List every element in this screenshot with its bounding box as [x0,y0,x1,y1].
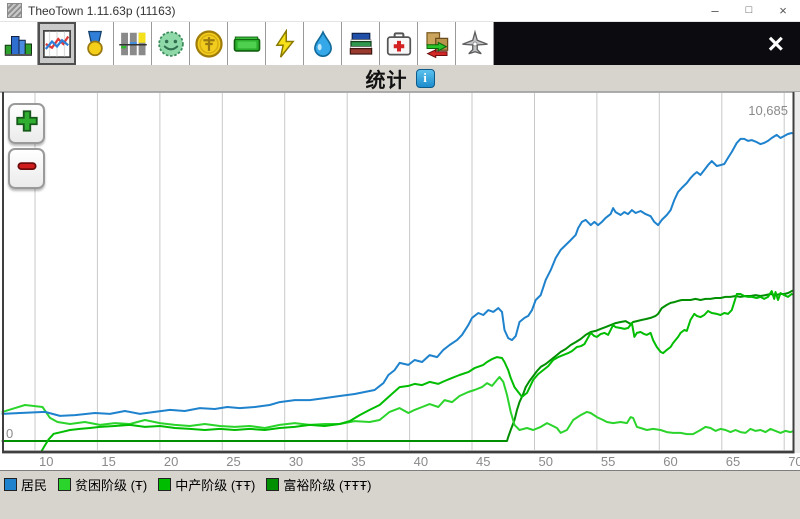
legend-label: 贫困阶级 (Ŧ) [75,475,147,494]
statistics-chart-icon [42,29,72,59]
city-buildings-icon [4,29,34,59]
window-controls: – □ × [698,0,800,21]
airport-plane-icon [460,29,490,59]
trade-boxes-icon [422,29,452,59]
education-books-icon [346,29,376,59]
chart-canvas: 10 15 20 25 30 35 40 45 50 55 60 65 70 0 10,685 [0,92,800,470]
zoom-out-button[interactable] [8,148,45,189]
app-icon [7,3,22,18]
legend-item-middle-class: 中产阶级 (ŦŦ) [158,475,255,494]
close-dialog-button[interactable]: × [768,30,784,58]
currency-coin-icon [194,29,224,59]
minus-icon [14,153,40,184]
legend-item-poor-class: 贫困阶级 (Ŧ) [58,475,147,494]
zones-bars-icon [118,29,148,59]
svg-text:50: 50 [539,454,553,469]
money-banknote-icon [232,29,262,59]
poor-class-swatch [58,478,71,491]
svg-text:15: 15 [101,454,115,469]
toolbar-button-water[interactable] [304,22,342,65]
toolbar-button-trade[interactable] [418,22,456,65]
chart-legend: 居民 贫困阶级 (Ŧ) 中产阶级 (ŦŦ) 富裕阶级 (ŦŦŦ) [4,475,371,494]
middle-class-swatch [158,478,171,491]
close-window-button[interactable]: × [766,0,800,21]
svg-text:55: 55 [601,454,615,469]
toolbar-button-city[interactable] [0,22,38,65]
legend-label: 中产阶级 (ŦŦ) [175,475,255,494]
page-title: 统计 [366,64,408,93]
legend-label: 富裕阶级 (ŦŦŦ) [283,475,371,494]
svg-text:60: 60 [663,454,677,469]
energy-lightning-icon [270,29,300,59]
toolbar-button-airport[interactable] [456,22,494,65]
window-title: TheoTown 1.11.63p (11163) [28,4,175,18]
dialog-header: 统计 i [0,65,800,92]
svg-text:35: 35 [351,454,365,469]
legend-label: 居民 [21,475,47,494]
theotown-window: TheoTown 1.11.63p (11163) – □ × [0,0,800,519]
plus-icon [14,108,40,139]
legend-item-residents: 居民 [4,475,47,494]
bottom-bar: 居民 贫困阶级 (Ŧ) 中产阶级 (ŦŦ) 富裕阶级 (ŦŦŦ) [0,470,800,519]
water-drop-icon [308,29,338,59]
residents-swatch [4,478,17,491]
happiness-smiley-icon [156,29,186,59]
svg-text:65: 65 [726,454,740,469]
info-icon[interactable]: i [416,69,435,88]
svg-text:45: 45 [476,454,490,469]
zoom-in-button[interactable] [8,103,45,144]
wealthy-class-swatch [266,478,279,491]
svg-text:10,685: 10,685 [748,103,788,118]
toolbar: × [0,22,800,65]
toolbar-button-money[interactable] [228,22,266,65]
svg-text:25: 25 [226,454,240,469]
svg-text:70: 70 [788,454,800,469]
toolbar-button-health[interactable] [380,22,418,65]
toolbar-button-happiness[interactable] [152,22,190,65]
svg-text:40: 40 [414,454,428,469]
svg-text:10: 10 [39,454,53,469]
svg-text:0: 0 [6,426,13,441]
toolbar-button-currency[interactable] [190,22,228,65]
health-medkit-icon [384,29,414,59]
rating-medal-icon [80,29,110,59]
svg-text:30: 30 [289,454,303,469]
toolbar-button-statistics[interactable] [38,22,76,65]
titlebar: TheoTown 1.11.63p (11163) – □ × [0,0,800,22]
toolbar-button-energy[interactable] [266,22,304,65]
minimize-button[interactable]: – [698,0,732,21]
toolbar-button-rating[interactable] [76,22,114,65]
svg-text:20: 20 [164,454,178,469]
maximize-button[interactable]: □ [732,0,766,21]
statistics-chart-plot: 10 15 20 25 30 35 40 45 50 55 60 65 70 0 10,685 [0,92,800,470]
toolbar-button-education[interactable] [342,22,380,65]
legend-item-wealthy-class: 富裕阶级 (ŦŦŦ) [266,475,371,494]
toolbar-button-zones[interactable] [114,22,152,65]
